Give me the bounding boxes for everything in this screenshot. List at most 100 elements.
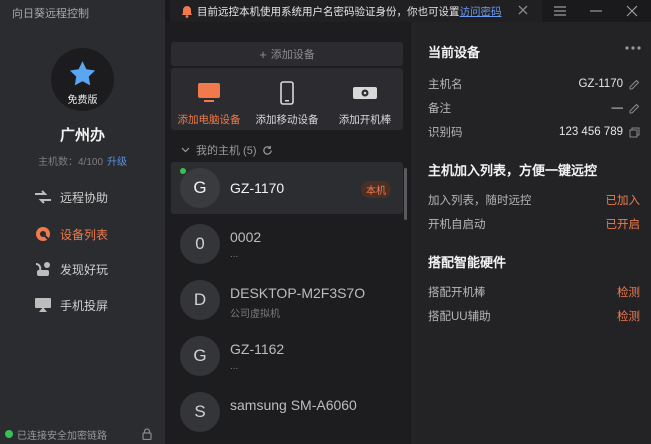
- field-label: 加入列表，随时远控: [428, 195, 532, 207]
- nav-item-device-list[interactable]: 设备列表: [34, 223, 108, 245]
- device-code-field: 识别码 123 456 789: [428, 124, 640, 140]
- access-password-link[interactable]: 访问密码: [460, 4, 502, 19]
- edit-icon[interactable]: [629, 79, 640, 90]
- join-list-title: 主机加入列表，方便一键远控: [428, 163, 598, 178]
- status-dot: [5, 430, 13, 438]
- status-label: 已连接安全加密链路: [17, 430, 107, 442]
- hostname-value: GZ-1170: [578, 78, 640, 90]
- notice-text: 目前远控本机使用系统用户名密码验证身份，你也可设置: [197, 5, 460, 18]
- option-label: 添加开机棒: [338, 114, 392, 126]
- boot-stick-icon: [352, 80, 378, 106]
- nav-item-screen-cast[interactable]: 手机投屏: [34, 294, 108, 316]
- notice-bar: 目前远控本机使用系统用户名密码验证身份，你也可设置 访问密码: [170, 0, 542, 22]
- my-hosts-header[interactable]: 我的主机 (5): [181, 142, 273, 158]
- nav-label: 发现好玩: [60, 262, 109, 277]
- field-label: 搭配UU辅助: [428, 311, 491, 323]
- host-avatar: G: [180, 336, 220, 376]
- field-value: —: [611, 102, 624, 114]
- nav-item-remote-assist[interactable]: 远程协助: [34, 186, 108, 208]
- nav-item-discover[interactable]: 发现好玩: [34, 258, 108, 280]
- bell-icon: [182, 5, 192, 18]
- host-count: 主机数：4/100 升级: [0, 153, 165, 168]
- host-name: 0002: [230, 229, 262, 245]
- host-avatar: 0: [180, 224, 220, 264]
- connection-status: 已连接安全加密链路: [0, 424, 165, 444]
- window-close-button[interactable]: [614, 0, 650, 22]
- menu-button[interactable]: [542, 0, 578, 22]
- host-name: DESKTOP-M2F3S7O: [230, 285, 366, 301]
- remote-assist-icon: [34, 188, 52, 206]
- avatar[interactable]: 免费版: [51, 48, 114, 111]
- join-list-field: 加入列表，随时远控 已加入: [428, 192, 640, 208]
- field-label: 搭配开机棒: [428, 287, 486, 299]
- group-name: 广州办: [59, 127, 105, 144]
- host-row[interactable]: G GZ-1162 ...: [171, 330, 403, 382]
- host-note: ...: [230, 361, 239, 372]
- field-label: 主机名: [428, 79, 463, 91]
- add-device-label: 添加设备: [270, 49, 315, 61]
- nav-label: 手机投屏: [60, 298, 109, 313]
- nav-label: 设备列表: [60, 227, 109, 242]
- plan-label: 免费版: [67, 95, 98, 106]
- upgrade-link[interactable]: 升级: [107, 157, 127, 168]
- add-device-options: 添加电脑设备 添加移动设备 添加开机棒: [171, 68, 403, 130]
- device-code-value: 123 456 789: [559, 126, 640, 138]
- add-computer-option[interactable]: 添加电脑设备: [171, 80, 247, 127]
- host-name: samsung SM-A6060: [230, 397, 357, 413]
- add-mobile-option[interactable]: 添加移动设备: [249, 80, 325, 127]
- device-details: 当前设备 主机名 GZ-1170 备注 — 识别码 123 456 789 主机…: [410, 22, 651, 444]
- edit-icon[interactable]: [629, 103, 640, 114]
- my-hosts-label: 我的主机 (5): [196, 145, 257, 157]
- chevron-down-icon: [181, 147, 190, 153]
- copy-icon[interactable]: [629, 127, 640, 138]
- sidebar: 向日葵远程控制 免费版 广州办 主机数：4/100 升级 远程协助 设备列表 发现…: [0, 0, 165, 444]
- remark-value: —: [612, 102, 641, 114]
- host-row[interactable]: G GZ-1170 本机: [171, 162, 403, 214]
- local-badge: 本机: [361, 181, 391, 198]
- star-icon: [69, 61, 96, 86]
- host-row[interactable]: 0 0002 ...: [171, 218, 403, 270]
- detect-boot-stick-button[interactable]: 检测: [617, 284, 640, 300]
- close-icon[interactable]: [516, 3, 530, 17]
- host-row[interactable]: D DESKTOP-M2F3S7O 公司虚拟机: [171, 274, 403, 326]
- host-note: 公司虚拟机: [230, 309, 280, 320]
- close-icon: [626, 5, 638, 17]
- join-list-status[interactable]: 已加入: [606, 192, 641, 208]
- host-count-label: 主机数：4/100: [37, 157, 104, 168]
- device-panel: + 添加设备 添加电脑设备 添加移动设备 添加开机棒 我的主机 (5) G GZ…: [165, 22, 410, 444]
- nav-label: 远程协助: [60, 190, 109, 205]
- host-avatar: G: [180, 168, 220, 208]
- remark-field: 备注 —: [428, 100, 640, 116]
- scrollbar[interactable]: [404, 168, 407, 220]
- host-avatar: S: [180, 392, 220, 432]
- field-label: 开机自启动: [428, 219, 486, 231]
- host-row[interactable]: S samsung SM-A6060: [171, 386, 403, 438]
- lock-icon[interactable]: [142, 428, 152, 440]
- more-icon[interactable]: [625, 46, 641, 50]
- add-device-button[interactable]: + 添加设备: [171, 42, 403, 66]
- host-name: GZ-1170: [230, 180, 285, 196]
- menu-icon: [554, 6, 566, 16]
- minimize-button[interactable]: [578, 0, 614, 22]
- window-controls: [542, 0, 651, 22]
- screen-cast-icon: [34, 296, 52, 314]
- minimize-icon: [590, 10, 602, 12]
- host-name: GZ-1162: [230, 341, 285, 357]
- app-title: 向日葵远程控制: [12, 8, 89, 20]
- refresh-icon[interactable]: [262, 145, 273, 156]
- discover-icon: [34, 260, 52, 278]
- add-boot-stick-option[interactable]: 添加开机棒: [327, 80, 403, 127]
- plus-icon: +: [259, 46, 267, 62]
- option-label: 添加移动设备: [255, 114, 319, 126]
- field-label: 备注: [428, 103, 451, 115]
- uu-assist-field: 搭配UU辅助 检测: [428, 308, 640, 324]
- computer-icon: [197, 80, 221, 106]
- field-value: GZ-1170: [578, 78, 623, 90]
- autostart-status[interactable]: 已开启: [606, 216, 641, 232]
- detect-uu-assist-button[interactable]: 检测: [617, 308, 640, 324]
- host-avatar: D: [180, 280, 220, 320]
- current-device-title: 当前设备: [428, 45, 481, 60]
- field-value: 123 456 789: [559, 126, 623, 138]
- online-indicator: [180, 168, 186, 174]
- autostart-field: 开机自启动 已开启: [428, 216, 640, 232]
